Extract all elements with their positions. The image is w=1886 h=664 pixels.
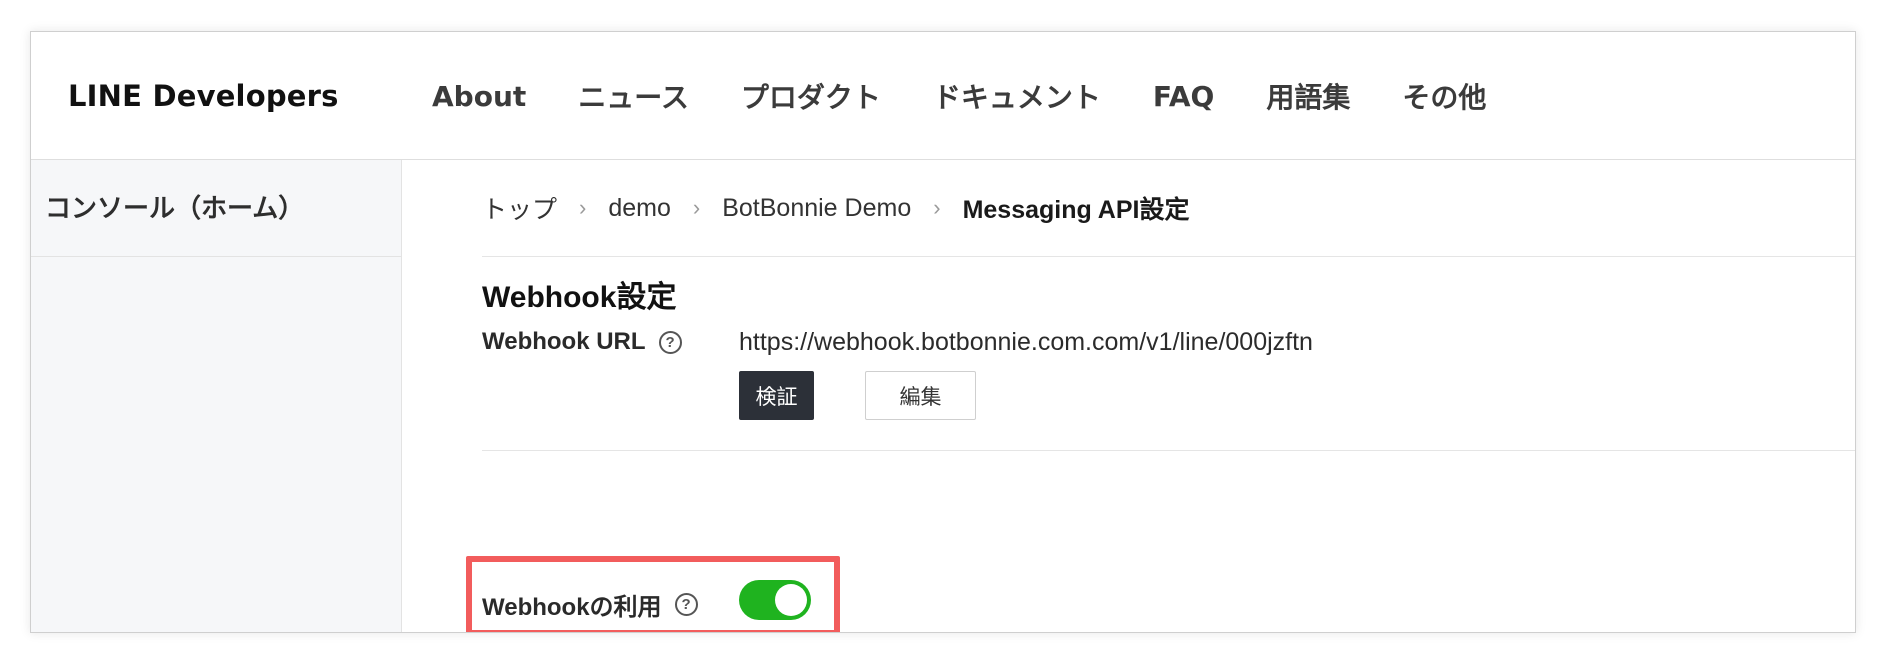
- webhook-usage-toggle[interactable]: [739, 580, 811, 620]
- edit-button[interactable]: 編集: [865, 371, 976, 420]
- webhook-usage-label: Webhookの利用 ?: [482, 587, 698, 622]
- verify-button[interactable]: 検証: [739, 371, 814, 420]
- breadcrumb-top[interactable]: トップ: [482, 190, 557, 226]
- nav-news[interactable]: ニュース: [578, 76, 689, 116]
- app-window: LINE Developers About ニュース プロダクト ドキュメント …: [30, 31, 1856, 633]
- chevron-right-icon: ›: [579, 195, 587, 220]
- webhook-url-value: https://webhook.botbonnie.com.com/v1/lin…: [739, 328, 1313, 356]
- section-divider: [482, 450, 1855, 451]
- help-circle-icon[interactable]: ?: [658, 330, 682, 354]
- webhook-section-title: Webhook設定: [482, 281, 677, 314]
- webhook-url-label: Webhook URL ?: [482, 328, 682, 356]
- main-content: トップ › demo › BotBonnie Demo › Messaging …: [402, 160, 1855, 632]
- breadcrumb-demo[interactable]: demo: [608, 194, 671, 223]
- breadcrumb-messaging-api-settings: Messaging API設定: [962, 196, 1190, 224]
- breadcrumb: トップ › demo › BotBonnie Demo › Messaging …: [482, 160, 1855, 257]
- help-circle-icon[interactable]: ?: [674, 593, 698, 616]
- sidebar: コンソール（ホーム）: [31, 160, 402, 632]
- toggle-knob: [775, 584, 807, 616]
- top-header: LINE Developers About ニュース プロダクト ドキュメント …: [31, 32, 1855, 160]
- nav-other[interactable]: その他: [1402, 76, 1486, 116]
- chevron-right-icon: ›: [933, 195, 941, 220]
- nav-documents[interactable]: ドキュメント: [933, 76, 1101, 116]
- breadcrumb-botbonnie-demo[interactable]: BotBonnie Demo: [722, 194, 911, 223]
- line-developers-logo[interactable]: LINE Developers: [68, 32, 339, 160]
- nav-products[interactable]: プロダクト: [741, 76, 881, 116]
- sidebar-item-console-home[interactable]: コンソール（ホーム）: [31, 160, 401, 257]
- main-nav: About ニュース プロダクト ドキュメント FAQ 用語集 その他: [432, 32, 1538, 160]
- chevron-right-icon: ›: [692, 195, 701, 220]
- nav-faq[interactable]: FAQ: [1153, 80, 1214, 113]
- nav-glossary[interactable]: 用語集: [1266, 76, 1350, 116]
- webhook-url-label-text: Webhook URL: [482, 328, 646, 355]
- webhook-usage-label-text: Webhookの利用: [482, 594, 662, 621]
- nav-about[interactable]: About: [432, 80, 526, 113]
